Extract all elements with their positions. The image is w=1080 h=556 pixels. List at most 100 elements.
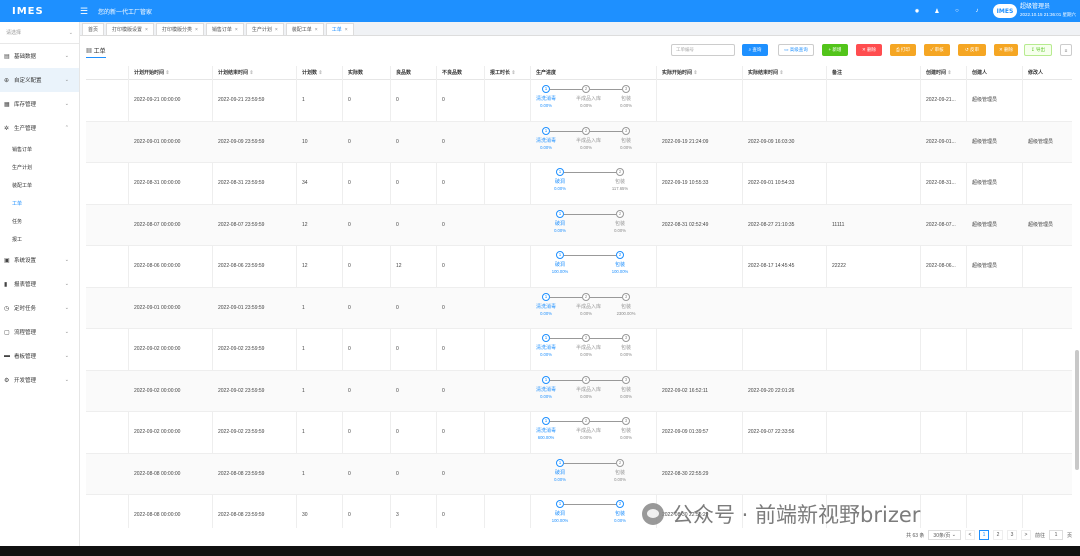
tab-print-template-category[interactable]: 打印模版分类 × [155,23,204,35]
cell-actual-qty: 0 [348,387,351,394]
table-row[interactable]: 2022-09-02 00:00:00 2022-09-02 23:59:59 1 0… [86,412,1072,454]
cell-bad-qty: 0 [442,429,445,435]
search-input[interactable]: 工单编号 [671,44,735,56]
bell-icon[interactable]: ♪ [967,8,987,14]
step-number: 2 [616,500,624,508]
table-row[interactable]: 2022-09-02 00:00:00 2022-09-02 23:59:59 1 0… [86,370,1072,412]
sort-icon[interactable]: ⇕ [248,70,253,76]
column-header-actual-end[interactable]: 实际结束时间 ⇕ [748,66,784,80]
advanced-query-button[interactable]: ▭ 高级查询 [778,44,814,56]
close-icon[interactable]: × [315,27,318,33]
page-button-3[interactable]: 3 [1006,530,1017,540]
export-button[interactable]: ↧ 导出 [1024,44,1052,56]
table-row[interactable]: 2022-08-08 00:00:00 2022-08-08 23:59:59 30… [86,495,1072,528]
sidebar-item-reports[interactable]: ▮ 报表管理 ⌄ [0,272,79,296]
close-icon[interactable]: × [145,27,148,33]
sidebar-subitem-task[interactable]: 任务 [0,212,79,230]
column-header-creator: 创建人 [972,70,988,76]
cell-actual-end: 2022-09-20 22:01:26 [748,387,795,394]
user-menu[interactable]: IMES 超级管理员 2022.10.15 21:36:01 星期六 [989,4,1080,18]
step-name: 清洗消毒 [536,386,557,393]
step-name: 包装 [620,428,631,434]
column-header-duration[interactable]: 报工时长 ⇕ [490,66,516,80]
sidebar-item-label: 生产管理 [14,126,37,132]
sort-icon[interactable]: ⇕ [946,70,951,76]
table-row[interactable]: 2022-08-31 00:00:00 2022-08-31 23:59:59 34… [86,163,1072,205]
sort-icon[interactable]: ⇕ [317,70,322,76]
sidebar-item-dashboard[interactable]: ▬ 看板管理 ⌄ [0,344,79,368]
close-icon[interactable]: × [275,27,278,33]
progress-step: 3 包装 0.00% [616,85,636,108]
unaudit-button[interactable]: ↺ 反审 [958,44,986,56]
sort-icon[interactable]: ⇕ [778,70,783,76]
sort-icon[interactable]: ⇕ [164,70,169,76]
audit-button[interactable]: ✓ 审核 [924,44,950,56]
table-row[interactable]: 2022-09-02 00:00:00 2022-09-02 23:59:59 1 0… [86,329,1072,371]
cell-modifier: 超级管理员 [1028,138,1054,145]
column-settings-button[interactable]: ≡ [1060,44,1072,56]
column-header-plan-start[interactable]: 计划开始时间 ⇕ [134,66,170,80]
progress-step: 1 清洗消毒 0.00% [536,292,556,316]
menu-toggle-icon[interactable]: ☰ [80,6,92,17]
sidebar-item-scheduled-tasks[interactable]: ◷ 定时任务 ⌄ [0,296,79,320]
tab-home[interactable]: 首页 [82,23,105,35]
page-size-select[interactable]: 30条/页 ⌄ [928,530,961,540]
close-icon[interactable]: × [195,27,198,33]
tab-sales-order[interactable]: 销售订单 × [205,23,244,35]
sidebar-item-production[interactable]: ✲ 生产管理 ⌃ [0,116,79,140]
column-header-actual-start[interactable]: 实际开始时间 ⇕ [662,66,698,80]
close-icon[interactable]: × [345,27,348,33]
sidebar-subitem-production-plan[interactable]: 生产计划 [0,158,79,176]
sort-icon[interactable]: ⇕ [510,70,515,76]
sidebar-item-inventory[interactable]: ▦ 库存管理 ⌄ [0,92,79,116]
sidebar-item-development[interactable]: ⚙ 开发管理 ⌄ [0,368,79,392]
tab-print-template-settings[interactable]: 打印模版设置 × [106,23,154,35]
page-button-1[interactable]: 1 [978,530,989,540]
sidebar-item-custom-config[interactable]: ⊕ 自定义配置 ⌄ [0,68,79,92]
tab-assembly-order[interactable]: 装配工单 × [285,23,324,35]
prev-page-button[interactable]: < [964,530,975,540]
progress-steps: 1 破洞 100.00% 2 包装 100.00% [536,246,656,287]
close-icon[interactable]: × [235,27,238,33]
table-row[interactable]: 2022-08-08 00:00:00 2022-08-08 23:59:59 1 0… [86,453,1072,495]
step-percent: 0.00% [540,310,552,316]
step-percent: 0.00% [620,352,632,357]
column-header-plan-qty[interactable]: 计划数 ⇕ [302,66,323,80]
sidebar-subitem-work-order[interactable]: 工单 [0,194,79,212]
sidebar-subitem-report[interactable]: 报工 [0,230,79,248]
print-button[interactable]: ⎙ 打印 [890,44,916,56]
sidebar-item-system-settings[interactable]: ▣ 系统设置 ⌄ [0,248,79,272]
step-number: 1 [556,168,564,176]
goto-page-input[interactable]: 1 [1048,530,1063,540]
next-page-button[interactable]: > [1020,530,1031,540]
sidebar-subitem-assembly-order[interactable]: 装配工单 [0,176,79,194]
user-icon[interactable]: ♟ [927,8,947,15]
tab-work-order[interactable]: 工单 × [325,23,354,35]
vertical-scrollbar[interactable] [1075,350,1079,470]
settings-icon[interactable]: ✹ [907,8,927,15]
page-button-2[interactable]: 2 [992,530,1003,540]
sidebar-subitem-sales-order[interactable]: 销售订单 [0,140,79,158]
column-header-plan-end[interactable]: 计划结束时间 ⇕ [218,66,254,80]
step-number: 2 [582,417,590,425]
cell-actual-start: 2022-09-02 16:52:11 [662,387,709,394]
add-button[interactable]: + 新增 [822,44,848,56]
table-row[interactable]: 2022-08-06 00:00:00 2022-08-06 23:59:59 12… [86,246,1072,288]
remove-button[interactable]: ✕ 删除 [994,44,1018,56]
table-row[interactable]: 2022-09-01 00:00:00 2022-09-01 23:59:59 1 0… [86,287,1072,329]
sidebar-item-flow[interactable]: ▢ 流程管理 ⌄ [0,320,79,344]
table-row[interactable]: 2022-09-21 00:00:00 2022-09-21 23:59:59 1 0… [86,80,1072,122]
step-name: 破洞 [554,179,565,185]
system-icon: ▣ [4,257,10,264]
column-header-created-time[interactable]: 创建时间 ⇕ [926,66,952,80]
sort-icon[interactable]: ⇕ [692,70,697,76]
sidebar-select[interactable]: 请选择 ⌄ [0,22,79,44]
refresh-icon[interactable]: ○ [947,8,967,14]
step-name: 半成品入库 [576,137,602,144]
tab-production-plan[interactable]: 生产计划 × [245,23,284,35]
sidebar-item-basic-data[interactable]: ▤ 基础数据 ⌄ [0,44,79,68]
query-button[interactable]: ⌕ 查询 [742,44,768,56]
table-row[interactable]: 2022-08-07 00:00:00 2022-08-07 23:59:59 12… [86,204,1072,246]
delete-button[interactable]: ✕ 删除 [856,44,882,56]
table-row[interactable]: 2022-09-01 00:00:00 2022-09-09 23:59:59 10… [86,121,1072,163]
